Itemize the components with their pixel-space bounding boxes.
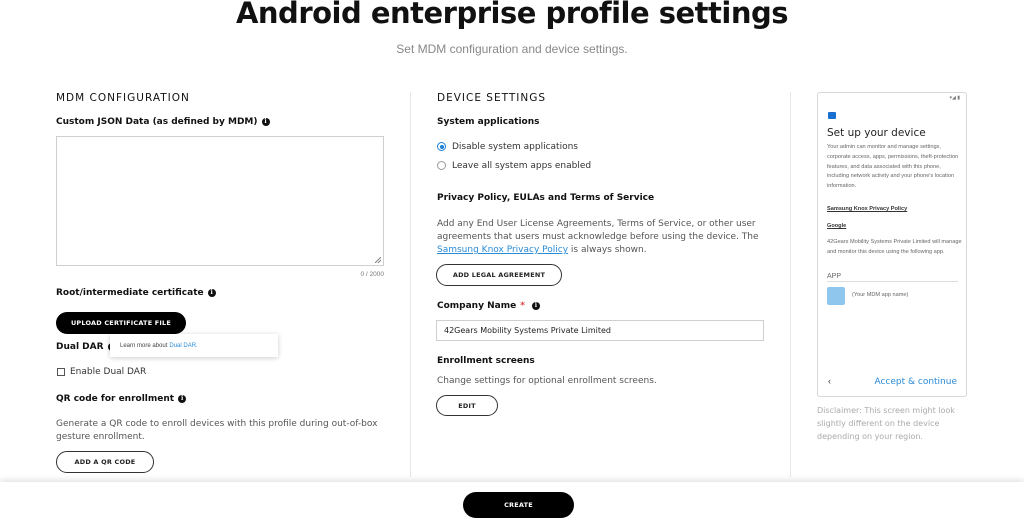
info-icon[interactable]: i [178, 395, 187, 403]
preview-title: Set up your device [827, 127, 926, 139]
column-divider-left [410, 92, 411, 477]
system-apps-label-text: System applications [437, 117, 540, 127]
option-leave-system-apps: Leave all system apps enabled [452, 161, 592, 171]
dual-dar-label-text: Dual DAR [56, 342, 104, 352]
company-name-input[interactable]: 42Gears Mobility Systems Private Limited [436, 320, 764, 341]
enrollment-description: Change settings for optional enrollment … [437, 376, 657, 386]
preview-app-label: APP [827, 273, 842, 280]
briefcase-icon [828, 112, 836, 119]
enable-dual-dar-label: Enable Dual DAR [70, 367, 147, 377]
custom-json-label: Custom JSON Data (as defined by MDM) i [56, 117, 270, 127]
page-subtitle: Set MDM configuration and device setting… [396, 42, 628, 56]
privacy-desc-part2: is always shown. [570, 245, 647, 255]
dual-dar-link[interactable]: Dual DAR. [169, 343, 197, 349]
char-count: 0 / 2000 [360, 271, 385, 278]
app-icon [827, 287, 845, 305]
company-name-label: Company Name * i [437, 301, 540, 311]
preview-google-link: Google [827, 223, 847, 229]
device-preview: ▾◢ ▮ Set up your device Your admin can m… [817, 92, 967, 397]
resize-handle-icon[interactable] [375, 257, 381, 263]
tooltip-text: Learn more about [120, 342, 168, 349]
radio-leave-system-apps[interactable] [437, 161, 446, 170]
status-bar-icons: ▾◢ ▮ [949, 95, 961, 101]
samsung-knox-privacy-link[interactable]: Samsung Knox Privacy Policy [437, 245, 568, 255]
privacy-description: Add any End User License Agreements, Ter… [437, 218, 767, 257]
qr-label-text: QR code for enrollment [56, 394, 175, 404]
info-icon[interactable]: i [531, 302, 540, 310]
device-section-heading: DEVICE SETTINGS [437, 92, 546, 104]
preview-description: Your admin can monitor and manage settin… [827, 144, 959, 190]
certificate-label: Root/intermediate certificate i [56, 288, 216, 298]
preview-disclaimer: Disclaimer: This screen might look sligh… [817, 406, 955, 441]
column-divider-right [790, 92, 791, 477]
qr-description: Generate a QR code to enroll devices wit… [56, 419, 378, 442]
dual-dar-tooltip: Learn more about Dual DAR. [110, 334, 278, 357]
info-icon[interactable]: i [261, 118, 270, 126]
add-legal-agreement-button[interactable]: ADD LEGAL AGREEMENT [436, 264, 562, 286]
custom-json-label-text: Custom JSON Data (as defined by MDM) [56, 117, 258, 127]
preview-app-name: (Your MDM app name) [852, 292, 909, 298]
enrollment-label-text: Enrollment screens [437, 356, 535, 366]
info-icon[interactable]: i [207, 289, 216, 297]
custom-json-textarea[interactable] [56, 136, 384, 266]
privacy-label-text: Privacy Policy, EULAs and Terms of Servi… [437, 193, 655, 203]
company-name-label-text: Company Name [437, 301, 517, 311]
mdm-section-heading: MDM CONFIGURATION [56, 92, 190, 104]
add-qr-code-button[interactable]: ADD A QR CODE [56, 451, 154, 473]
upload-certificate-button[interactable]: UPLOAD CERTIFICATE FILE [56, 312, 186, 334]
edit-enrollment-button[interactable]: EDIT [436, 395, 498, 416]
certificate-label-text: Root/intermediate certificate [56, 288, 204, 298]
radio-disable-system-apps[interactable] [437, 142, 446, 151]
page-title: Android enterprise profile settings [235, 0, 789, 30]
preview-divider [827, 281, 958, 282]
enrollment-label: Enrollment screens [437, 356, 535, 366]
preview-accept-continue: Accept & continue [874, 377, 957, 387]
enable-dual-dar-checkbox[interactable] [57, 368, 65, 376]
preview-manage-text: 42Gears Mobility Systems Private Limited… [827, 239, 962, 255]
system-apps-label: System applications [437, 117, 540, 127]
option-disable-system-apps: Disable system applications [452, 142, 578, 152]
preview-knox-link: Samsung Knox Privacy Policy [827, 206, 908, 212]
qr-label: QR code for enrollment i [56, 394, 187, 404]
dual-dar-label: Dual DAR i [56, 342, 116, 352]
privacy-label: Privacy Policy, EULAs and Terms of Servi… [437, 193, 654, 203]
privacy-desc-part1: Add any End User License Agreements, Ter… [437, 219, 759, 242]
back-chevron-icon: ‹ [828, 376, 831, 386]
required-marker: * [520, 301, 525, 311]
create-button[interactable]: CREATE [463, 492, 574, 518]
